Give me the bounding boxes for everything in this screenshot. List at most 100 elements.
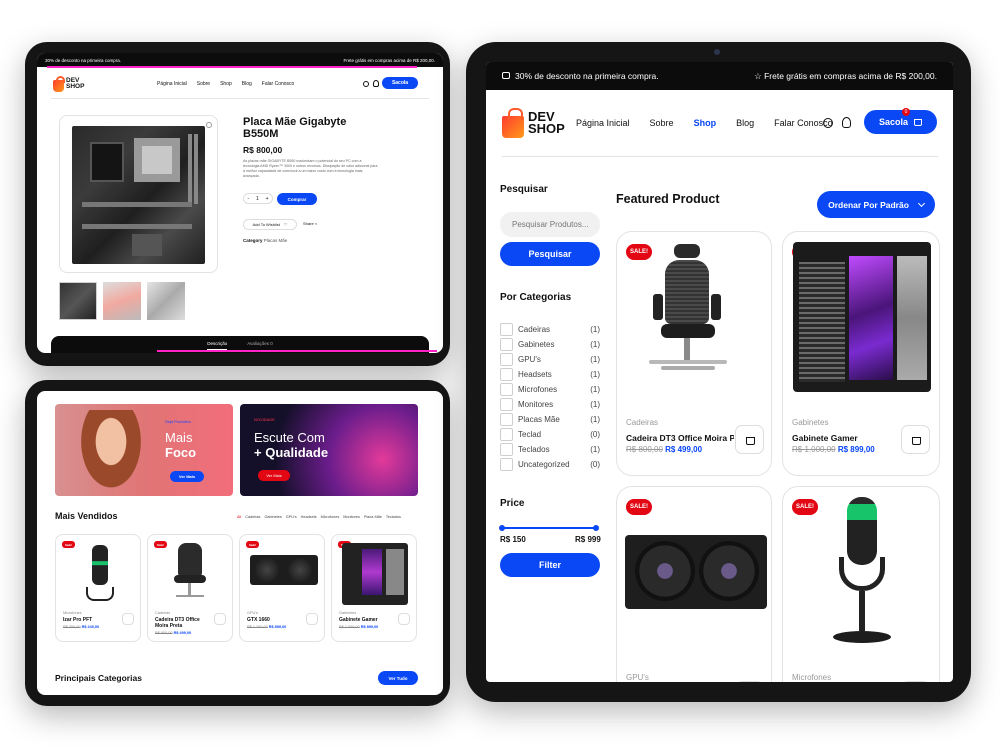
filter-microfones[interactable]: Microfones — [321, 515, 340, 519]
category-value[interactable]: Placas Mãe — [264, 238, 288, 243]
filter-headsets[interactable]: Headsets — [301, 515, 317, 519]
nav-shop[interactable]: Shop — [220, 81, 232, 87]
checkbox[interactable] — [500, 428, 513, 441]
category-item-gabinetes[interactable]: Gabinetes (1) — [500, 337, 600, 352]
price-range-slider[interactable] — [499, 525, 599, 531]
plus-icon[interactable]: + — [266, 196, 269, 202]
bag-button[interactable]: Sacola — [864, 110, 937, 134]
nav-home[interactable]: Página Inicial — [576, 118, 630, 128]
banner-audio-cta[interactable]: Ver Mais — [258, 470, 290, 481]
banner-focus[interactable]: Seja Produtivo Mais Foco Ver Mais — [55, 404, 233, 496]
checkbox[interactable] — [500, 413, 513, 426]
share-button[interactable]: Share < — [303, 221, 317, 226]
minus-icon[interactable]: - — [247, 196, 249, 202]
filter-button[interactable]: Filter — [500, 553, 600, 577]
promo-discount-text: 30% de desconto na primeira compra. — [515, 71, 659, 81]
best-seller-card-3[interactable]: Sale! GPU's GTX 1660 R$ 1.200,00 R$ 899,… — [239, 534, 325, 642]
promo-shipping-text: Frete grátis em compras acima de R$ 200,… — [764, 70, 937, 81]
nav-about[interactable]: Sobre — [197, 81, 210, 87]
price-max-handle[interactable] — [593, 525, 599, 531]
nav-blog[interactable]: Blog — [736, 118, 754, 128]
filter-cadeiras[interactable]: Cadeiras — [245, 515, 260, 519]
search-icon[interactable] — [823, 118, 833, 128]
view-all-button[interactable]: Ver Tudo — [378, 671, 418, 685]
add-to-cart-button[interactable] — [901, 425, 930, 454]
product-category: Microfones — [63, 611, 82, 615]
user-icon[interactable] — [842, 117, 851, 128]
user-icon[interactable] — [373, 80, 379, 87]
filter-gabinetes[interactable]: Gabinetes — [264, 515, 281, 519]
product-card-microphone[interactable]: SALE! Microfones — [782, 486, 940, 682]
add-to-cart-icon[interactable] — [122, 613, 134, 625]
quantity-stepper[interactable]: - 1 + — [243, 193, 273, 204]
checkbox[interactable] — [500, 398, 513, 411]
category-item-microfones[interactable]: Microfones (1) — [500, 382, 600, 397]
nav-about[interactable]: Sobre — [650, 118, 674, 128]
zoom-icon[interactable] — [206, 122, 212, 128]
site-logo[interactable]: DEV SHOP — [502, 108, 572, 138]
nav-blog[interactable]: Blog — [242, 81, 252, 87]
thumbnail-1[interactable] — [59, 282, 97, 320]
buy-button[interactable]: Comprar — [277, 193, 317, 205]
bag-button[interactable]: Sacola — [382, 77, 418, 89]
filter-teclados[interactable]: Teclados — [386, 515, 401, 519]
category-item-headsets[interactable]: Headsets (1) — [500, 367, 600, 382]
add-to-cart-button[interactable] — [901, 681, 930, 682]
product-main-image[interactable] — [59, 115, 218, 273]
category-item-uncategorized[interactable]: Uncategorized (0) — [500, 457, 600, 472]
search-button[interactable]: Pesquisar — [500, 242, 600, 266]
add-to-cart-icon[interactable] — [306, 613, 318, 625]
nav-home[interactable]: Página Inicial — [157, 81, 187, 87]
category-item-teclados[interactable]: Teclados (1) — [500, 442, 600, 457]
checkbox[interactable] — [500, 353, 513, 366]
thumbnail-2[interactable] — [103, 282, 141, 320]
checkbox[interactable] — [500, 443, 513, 456]
product-card-gpu[interactable]: SALE! GPU's — [616, 486, 772, 682]
banner-audio[interactable]: NOVIDADE Escute Com + Qualidade Ver Mais — [240, 404, 418, 496]
category-item-teclad[interactable]: Teclad (0) — [500, 427, 600, 442]
filter-monitores[interactable]: Monitores — [343, 515, 360, 519]
checkbox[interactable] — [500, 458, 513, 471]
best-seller-card-1[interactable]: Sale! Microfones Izar Pro PFT R$ 300,00 … — [55, 534, 141, 642]
search-heading: Pesquisar — [500, 184, 548, 195]
site-logo[interactable]: DEV SHOP — [53, 75, 93, 94]
product-title-line2: B550M — [243, 128, 279, 140]
sort-dropdown-label: Ordenar Por Padrão — [828, 199, 909, 210]
filter-placa-mae[interactable]: Placa Mãe — [364, 515, 382, 519]
main-categories-title: Principais Categorias — [55, 673, 142, 683]
price-min-handle[interactable] — [499, 525, 505, 531]
checkbox[interactable] — [500, 383, 513, 396]
tab-description[interactable]: Descrição — [207, 341, 228, 350]
tablet-home-screen: Seja Produtivo Mais Foco Ver Mais NOVIDA… — [37, 391, 443, 695]
add-to-cart-icon[interactable] — [398, 613, 410, 625]
category-item-placas-mae[interactable]: Placas Mãe (1) — [500, 412, 600, 427]
price-max-value: R$ 999 — [575, 535, 601, 544]
nav-contact[interactable]: Falar Conosco — [262, 81, 295, 87]
filter-all[interactable]: All — [237, 515, 241, 519]
category-item-cadeiras[interactable]: Cadeiras (1) — [500, 322, 600, 337]
search-icon[interactable] — [363, 81, 369, 87]
checkbox[interactable] — [500, 368, 513, 381]
add-to-cart-icon[interactable] — [214, 613, 226, 625]
best-seller-card-4[interactable]: Sale! Gabinetes Gabinete Gamer R$ 1.000,… — [331, 534, 417, 642]
nav-shop[interactable]: Shop — [694, 118, 717, 128]
wishlist-button[interactable]: Add To Wishlist ♡ — [243, 219, 297, 230]
sort-dropdown[interactable]: Ordenar Por Padrão — [817, 191, 935, 218]
motherboard-image — [72, 126, 205, 264]
product-card-chair[interactable]: SALE! Cadeiras Cadeira DT3 Office Moira … — [616, 231, 772, 476]
checkbox[interactable] — [500, 338, 513, 351]
banner-audio-line1: Escute Com — [254, 430, 325, 445]
banner-focus-cta[interactable]: Ver Mais — [170, 471, 204, 482]
thumbnail-3[interactable] — [147, 282, 185, 320]
add-to-cart-button[interactable] — [735, 681, 764, 682]
add-to-cart-button[interactable] — [735, 425, 764, 454]
best-seller-card-2[interactable]: Sale! Cadeiras Cadeira DT3 Office Moira … — [147, 534, 233, 642]
category-item-gpus[interactable]: GPU's (1) — [500, 352, 600, 367]
checkbox[interactable] — [500, 323, 513, 336]
filter-gpus[interactable]: GPU's — [286, 515, 297, 519]
banner-focus-cta-label: Ver Mais — [178, 474, 196, 479]
category-item-monitores[interactable]: Monitores (1) — [500, 397, 600, 412]
search-input[interactable]: Pesquisar Produtos... — [500, 212, 600, 237]
tablet-shop-page: 30% de desconto na primeira compra. ☆ Fr… — [466, 42, 971, 702]
product-card-case[interactable]: SALE! Gabinetes Gabinete Gamer R$ 1.000,… — [782, 231, 940, 476]
